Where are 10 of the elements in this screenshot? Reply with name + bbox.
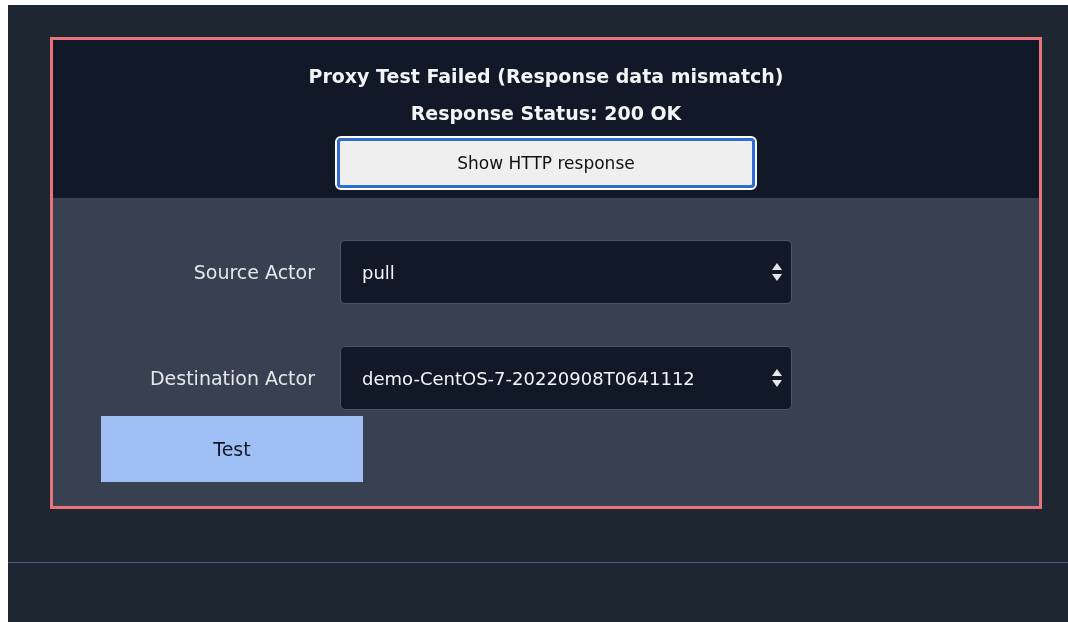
response-status: Response Status: 200 OK — [410, 101, 682, 126]
actor-select[interactable]: pull — [340, 240, 792, 304]
actor-select[interactable]: demo-CentOS-7-20220908T0641112 — [340, 346, 792, 410]
test-button[interactable]: Test — [101, 416, 363, 482]
up-down-arrows-icon — [771, 368, 783, 388]
field-label: Source Actor — [192, 261, 315, 283]
field-label: Destination Actor — [148, 367, 315, 389]
result-title: Proxy Test Failed (Response data mismatch) — [308, 64, 784, 89]
up-down-arrows-icon — [771, 262, 783, 282]
show-response-button[interactable]: Show HTTP response — [337, 138, 755, 188]
